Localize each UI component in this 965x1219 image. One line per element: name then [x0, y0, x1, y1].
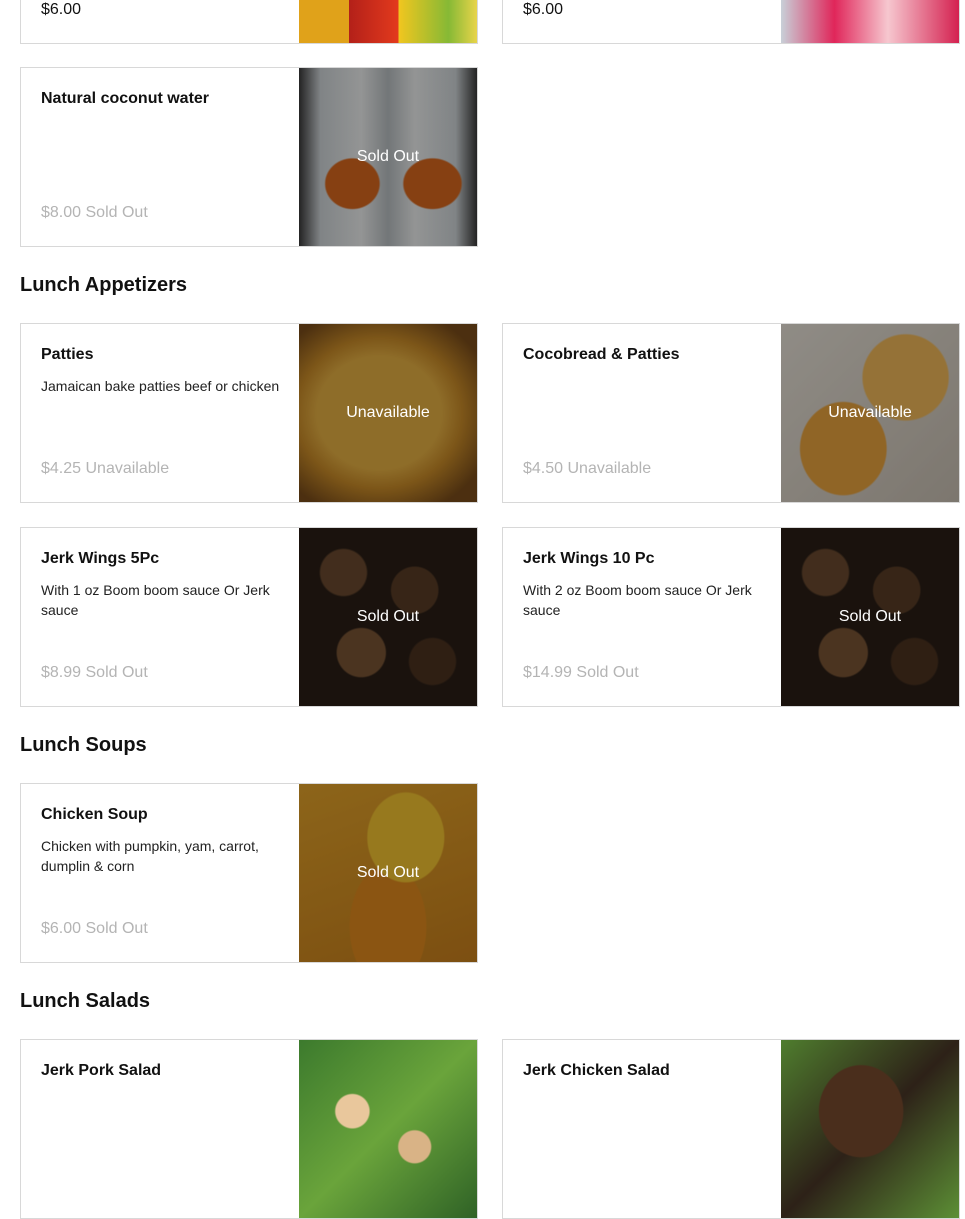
item-price-status: $4.25 Unavailable	[41, 460, 170, 477]
item-name: Chicken Soup	[41, 806, 148, 823]
menu-item-card[interactable]: $6.00	[502, 0, 960, 44]
item-price: $6.00	[523, 1, 564, 18]
menu-item-card[interactable]: Patties Jamaican bake patties beef or ch…	[20, 323, 478, 503]
menu-item-card[interactable]: Jerk Pork Salad	[20, 1039, 478, 1219]
item-image: Sold Out	[781, 528, 959, 706]
item-image: Unavailable	[781, 324, 959, 502]
item-description: With 2 oz Boom boom sauce Or Jerk sauce	[523, 582, 752, 618]
item-image	[299, 0, 477, 43]
item-name: Cocobread & Patties	[523, 346, 680, 363]
item-name: Natural coconut water	[41, 90, 210, 107]
menu-item-card[interactable]: Jerk Chicken Salad	[502, 1039, 960, 1219]
item-description: Chicken with pumpkin, yam, carrot, dumpl…	[41, 838, 259, 874]
item-image: Sold Out	[299, 784, 477, 962]
item-image: Unavailable	[299, 324, 477, 502]
item-image: Sold Out	[299, 528, 477, 706]
section-title-lunch-appetizers: Lunch Appetizers	[20, 274, 188, 296]
item-name: Jerk Pork Salad	[41, 1062, 162, 1079]
sold-out-label: Sold Out	[356, 608, 420, 625]
item-description: Jamaican bake patties beef or chicken	[41, 378, 280, 394]
item-image	[299, 1040, 477, 1218]
item-price-status: $8.99 Sold Out	[41, 664, 148, 681]
item-name: Jerk Wings 5Pc	[41, 550, 160, 567]
item-price: $6.00	[41, 1, 82, 18]
sold-out-label: Sold Out	[356, 864, 420, 881]
section-title-lunch-soups: Lunch Soups	[20, 734, 147, 756]
menu-item-card[interactable]: Jerk Wings 5Pc With 1 oz Boom boom sauce…	[20, 527, 478, 707]
item-price-status: $6.00 Sold Out	[41, 920, 148, 937]
menu-item-card[interactable]: Jerk Wings 10 Pc With 2 oz Boom boom sau…	[502, 527, 960, 707]
sold-out-label: Sold Out	[838, 608, 902, 625]
menu-item-card[interactable]: Chicken Soup Chicken with pumpkin, yam, …	[20, 783, 478, 963]
menu-item-card[interactable]: Natural coconut water $8.00 Sold Out Sol…	[20, 67, 478, 247]
item-name: Jerk Chicken Salad	[523, 1062, 670, 1079]
item-price-status: $4.50 Unavailable	[523, 460, 652, 477]
item-name: Jerk Wings 10 Pc	[523, 550, 655, 567]
item-image: Sold Out	[299, 68, 477, 246]
item-image	[781, 0, 959, 43]
menu-item-card[interactable]: Cocobread & Patties $4.50 Unavailable Un…	[502, 323, 960, 503]
menu-item-card[interactable]: $6.00	[20, 0, 478, 44]
item-price-status: $14.99 Sold Out	[523, 664, 639, 681]
unavailable-label: Unavailable	[346, 404, 430, 421]
item-price-status: $8.00 Sold Out	[41, 204, 148, 221]
section-title-lunch-salads: Lunch Salads	[20, 990, 151, 1012]
item-description: With 1 oz Boom boom sauce Or Jerk sauce	[41, 582, 270, 618]
sold-out-label: Sold Out	[356, 148, 420, 165]
item-image	[781, 1040, 959, 1218]
item-name: Patties	[41, 346, 94, 363]
unavailable-label: Unavailable	[828, 404, 912, 421]
